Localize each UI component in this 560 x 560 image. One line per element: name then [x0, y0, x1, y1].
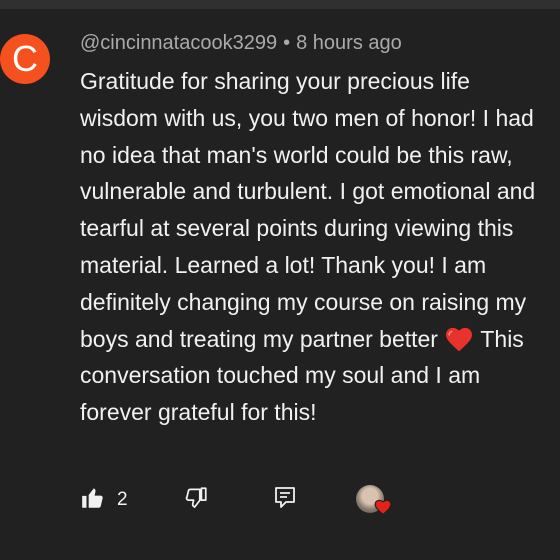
like-count: 2	[117, 489, 128, 510]
author-handle[interactable]: @cincinnatacook3299	[80, 32, 277, 54]
author-avatar[interactable]: C	[0, 34, 50, 84]
thumbs-down-icon	[183, 485, 209, 516]
comment-text-part-1: Gratitude for sharing your precious life…	[80, 68, 536, 352]
top-divider	[0, 0, 560, 9]
heart-icon	[444, 326, 474, 352]
reply-button[interactable]	[273, 484, 297, 516]
reply-comment-icon	[273, 485, 297, 516]
comment-timestamp[interactable]: 8 hours ago	[296, 32, 402, 54]
like-button[interactable]	[80, 484, 106, 516]
dislike-button[interactable]	[183, 484, 209, 516]
comment-body: Gratitude for sharing your precious life…	[80, 63, 550, 431]
creator-heart-badge[interactable]	[356, 483, 394, 521]
comment-actions: 2	[80, 484, 410, 516]
creator-heart-icon	[374, 499, 392, 520]
meta-separator: •	[283, 32, 291, 54]
comment-meta: @cincinnatacook3299 • 8 hours ago	[80, 32, 402, 55]
thumbs-up-icon	[80, 485, 106, 516]
